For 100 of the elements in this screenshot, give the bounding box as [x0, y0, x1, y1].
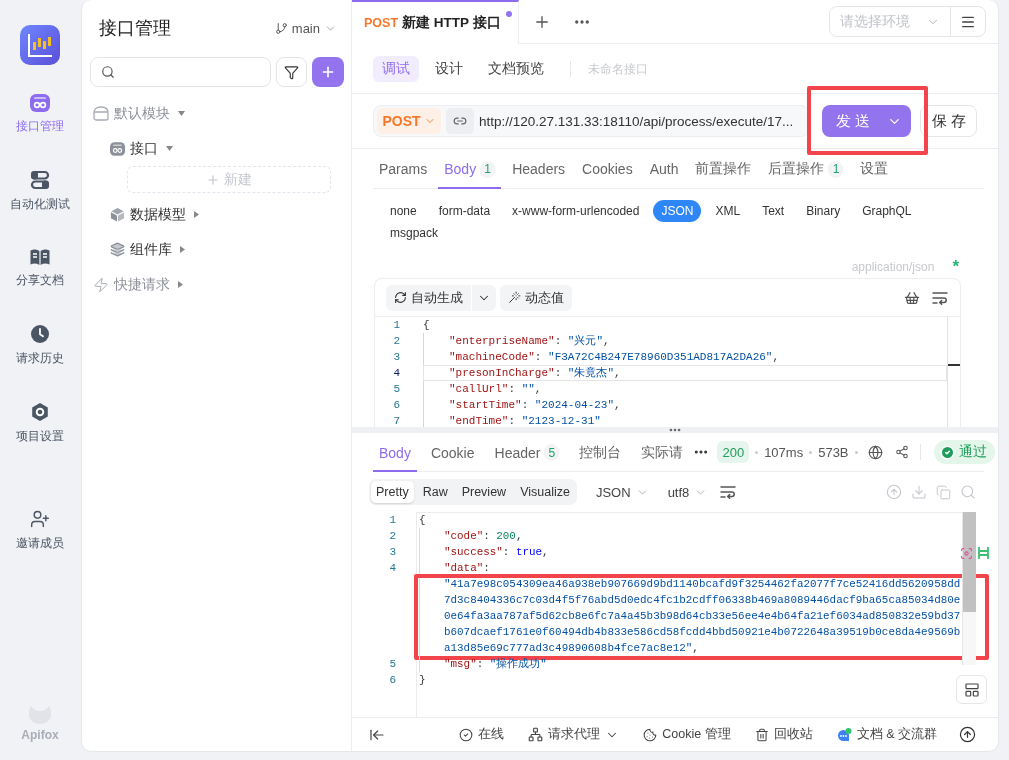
- search-icon: [101, 65, 115, 79]
- invite-members-button[interactable]: 邀请成员: [5, 509, 75, 552]
- caret-down-icon[interactable]: [178, 111, 185, 116]
- plus-icon: [320, 64, 336, 80]
- mode-tab[interactable]: 文档预览: [479, 55, 553, 82]
- request-section-tab[interactable]: Auth: [643, 149, 685, 189]
- send-button[interactable]: 发 送: [822, 105, 912, 137]
- plus-icon: [206, 172, 220, 187]
- status-bar-button[interactable]: 文档 & 交流群: [836, 726, 937, 743]
- response-tab[interactable]: Header 5: [488, 433, 566, 472]
- globe-icon[interactable]: [867, 444, 883, 460]
- search-field[interactable]: [90, 57, 271, 87]
- book-icon: [30, 248, 50, 266]
- body-type-option[interactable]: JSON: [653, 200, 702, 222]
- request-tab[interactable]: POST 新建 HTTP 接口: [352, 0, 519, 44]
- refresh-icon: [394, 291, 407, 304]
- layers-icon: [110, 242, 125, 257]
- count-badge: 1: [828, 160, 844, 178]
- nav-item[interactable]: 项目设置: [5, 402, 75, 445]
- cube-icon: [110, 207, 125, 222]
- settings-icon: [30, 402, 50, 422]
- columns-icon[interactable]: [978, 547, 989, 559]
- format-select[interactable]: JSON: [595, 484, 649, 500]
- caret-right-icon[interactable]: [180, 246, 185, 253]
- share-icon[interactable]: [894, 445, 909, 459]
- save-button[interactable]: 保 存: [920, 105, 977, 137]
- layout-button[interactable]: [956, 675, 987, 704]
- lightning-icon: [93, 276, 109, 293]
- view-mode-option[interactable]: Raw: [417, 481, 453, 503]
- app-logo: [20, 25, 60, 65]
- request-section-tab[interactable]: 后置操作 1: [762, 149, 850, 189]
- status-bar-button[interactable]: 回收站: [754, 726, 813, 743]
- status-bar-button[interactable]: 请求代理: [528, 726, 620, 743]
- body-type-option[interactable]: msgpack: [382, 222, 447, 244]
- line-number: 4: [392, 366, 401, 381]
- jar-icon: [93, 106, 109, 121]
- arrow-up-circle-icon[interactable]: [959, 726, 976, 743]
- caret-right-icon[interactable]: [194, 211, 199, 218]
- branch-icon: [274, 21, 288, 35]
- api-icon: [30, 94, 50, 112]
- nav-item[interactable]: 请求历史: [5, 324, 75, 367]
- request-section-tab[interactable]: Params: [373, 149, 434, 189]
- auto-generate-button[interactable]: 自动生成: [386, 284, 471, 311]
- brand-name: Apifox: [21, 728, 59, 742]
- branch-select[interactable]: main: [274, 20, 337, 36]
- test-result-badge: 通过: [933, 440, 995, 464]
- request-section-tab[interactable]: 设置: [854, 149, 895, 189]
- body-type-option[interactable]: form-data: [430, 200, 499, 222]
- scrollbar-thumb[interactable]: [963, 512, 976, 612]
- wrap-text-icon[interactable]: [720, 485, 737, 499]
- request-section-tab[interactable]: Headers: [506, 149, 572, 189]
- dynamic-value-button[interactable]: 动态值: [500, 284, 572, 311]
- encoding-select[interactable]: utf8: [667, 484, 708, 500]
- nav-item[interactable]: 分享文档: [5, 248, 75, 289]
- body-type-option[interactable]: x-www-form-urlencoded: [504, 200, 648, 222]
- basket-icon[interactable]: [904, 289, 920, 306]
- chat-bubble-icon: [836, 727, 852, 742]
- caret-down-icon[interactable]: [166, 146, 173, 151]
- request-section-tab[interactable]: Body 1: [438, 149, 502, 189]
- body-type-option[interactable]: Text: [754, 200, 793, 222]
- cursor-marker: [948, 364, 960, 366]
- caret-right-icon[interactable]: [178, 281, 183, 288]
- view-mode-option[interactable]: Visualize: [515, 481, 575, 503]
- mode-tab[interactable]: 设计: [426, 55, 472, 82]
- nav-item[interactable]: 自动化测试: [5, 170, 75, 213]
- request-section-tab[interactable]: 前置操作: [689, 149, 758, 189]
- response-tab[interactable]: Body: [373, 433, 417, 472]
- count-badge: 5: [544, 444, 560, 461]
- response-time: 107ms: [764, 444, 804, 460]
- body-type-option[interactable]: none: [382, 200, 425, 222]
- tree-item[interactable]: 接口: [82, 131, 351, 166]
- code-line: {: [423, 318, 430, 333]
- response-tab[interactable]: 控制台: [573, 433, 628, 472]
- body-type-option[interactable]: Binary: [798, 200, 849, 222]
- status-bar-button[interactable]: Cookie 管理: [643, 726, 731, 743]
- layout-icon: [963, 681, 980, 698]
- status-bar-button[interactable]: 在线: [459, 726, 505, 743]
- tree-item[interactable]: 组件库: [82, 232, 351, 267]
- nav-item[interactable]: 接口管理: [5, 94, 75, 135]
- dropdown-button[interactable]: [472, 284, 496, 311]
- url-field[interactable]: http://120.27.131.33:18110/api/process/execute/17...: [479, 113, 794, 129]
- add-button[interactable]: [312, 57, 344, 87]
- wand-icon: [508, 291, 521, 304]
- response-tab[interactable]: 实际请: [635, 433, 690, 472]
- menu-button[interactable]: [950, 6, 986, 37]
- view-mode-option[interactable]: Pretty: [371, 481, 414, 503]
- mode-tab[interactable]: 调试: [373, 55, 419, 82]
- filter-button[interactable]: [276, 57, 307, 87]
- request-section-tab[interactable]: Cookies: [576, 149, 639, 189]
- view-mode-option[interactable]: Preview: [456, 481, 512, 503]
- response-tab[interactable]: Cookie: [424, 433, 481, 472]
- tree-item[interactable]: 数据模型: [82, 197, 351, 232]
- line-number: 5: [392, 382, 401, 397]
- wrap-text-icon[interactable]: [932, 290, 948, 305]
- focus-icon[interactable]: [960, 547, 973, 560]
- link-icon[interactable]: [446, 108, 474, 134]
- user-plus-icon: [30, 509, 50, 529]
- sidebar-title: 接口管理: [99, 17, 171, 40]
- body-type-option[interactable]: GraphQL: [854, 200, 920, 222]
- body-type-option[interactable]: XML: [707, 200, 749, 222]
